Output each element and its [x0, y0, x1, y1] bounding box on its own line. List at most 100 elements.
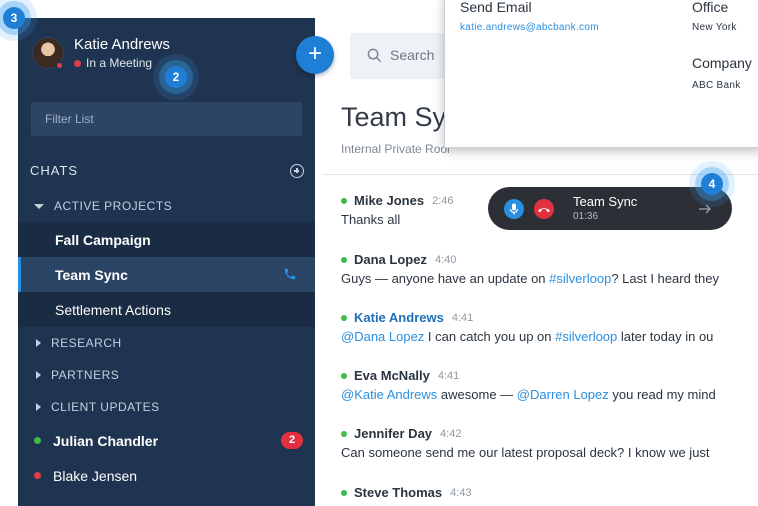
- message-text: Can someone send me our latest proposal …: [341, 445, 710, 460]
- plus-icon: +: [307, 40, 322, 67]
- new-chat-button[interactable]: +: [296, 36, 334, 74]
- channel-link[interactable]: #silverloop: [549, 271, 611, 286]
- mention-link[interactable]: @Katie Andrews: [341, 387, 437, 402]
- person-julian-chandler[interactable]: Julian Chandler 2: [18, 423, 315, 458]
- do-not-disturb-icon: [74, 59, 81, 67]
- tour-marker[interactable]: 4: [701, 173, 723, 195]
- group-label: ACTIVE PROJECTS: [54, 199, 173, 213]
- online-status-dot: [341, 197, 347, 204]
- chats-header: CHATS: [30, 163, 304, 178]
- online-status-dot: [341, 256, 347, 263]
- unread-badge: 2: [281, 432, 303, 449]
- room-subtitle: Internal Private Room | 16 Members: [341, 142, 451, 156]
- busy-status-dot: [34, 472, 41, 479]
- group-partners[interactable]: PARTNERS: [18, 359, 315, 391]
- tour-marker[interactable]: 2: [165, 66, 187, 88]
- send-email-label[interactable]: Send Email: [460, 0, 532, 15]
- sidebar: Katie Andrews In a Meeting Filter List C…: [18, 18, 315, 506]
- call-room-name: Team Sync: [573, 194, 638, 209]
- text-segment: I can catch you up on: [424, 329, 556, 344]
- message: Dana Lopez 4:40 Guys — anyone have an upd…: [341, 252, 758, 286]
- message-time: 4:42: [440, 427, 462, 440]
- search-input[interactable]: Search: [350, 33, 450, 79]
- user-profile[interactable]: Katie Andrews In a Meeting: [32, 36, 170, 70]
- text-segment: awesome —: [437, 387, 517, 402]
- person-name: Blake Jensen: [53, 467, 138, 484]
- text-segment: later today in ou: [617, 329, 714, 344]
- online-status-dot: [341, 430, 347, 437]
- header-divider: [322, 174, 758, 175]
- contact-card: Send Email katie.andrews@abcbank.com Off…: [444, 0, 758, 148]
- group-label: CLIENT UPDATES: [51, 400, 160, 414]
- chevron-right-icon: [36, 403, 41, 411]
- message-time: 4:41: [437, 369, 460, 382]
- message-author[interactable]: Steve Thomas: [354, 485, 442, 500]
- busy-status-dot: [55, 61, 64, 70]
- tour-marker[interactable]: 3: [3, 7, 25, 29]
- message-text: Guys — anyone have an update on #silverl…: [341, 271, 758, 286]
- online-status-dot: [34, 437, 41, 444]
- room-title: Team Sync: [341, 102, 451, 132]
- message: Jennifer Day 4:42 Can someone send me our…: [341, 426, 758, 460]
- chevron-down-icon: [34, 203, 44, 209]
- room-label: Fall Campaign: [55, 231, 151, 248]
- message: Eva McNally 4:41 @Katie Andrews awesome —…: [341, 368, 758, 402]
- chevron-right-icon: [36, 371, 41, 379]
- user-status[interactable]: In a Meeting: [74, 56, 170, 70]
- room-fall-campaign[interactable]: Fall Campaign: [18, 222, 315, 257]
- text-segment: you read my mind: [608, 387, 716, 402]
- add-chat-icon[interactable]: [290, 163, 304, 178]
- text-segment: ? Last I heard they: [611, 271, 719, 286]
- room-label: Team Sync: [55, 266, 128, 283]
- mention-link[interactable]: @Darren Lopez: [517, 387, 609, 402]
- microphone-icon: [509, 203, 519, 215]
- group-research[interactable]: RESEARCH: [18, 327, 315, 359]
- message-author[interactable]: Eva McNally: [354, 368, 430, 383]
- mention-link[interactable]: @Dana Lopez: [341, 329, 424, 344]
- group-label: RESEARCH: [51, 336, 122, 350]
- online-status-dot: [341, 314, 347, 321]
- chats-header-label: CHATS: [30, 163, 79, 178]
- end-call-button[interactable]: [534, 199, 554, 219]
- person-blake-jensen[interactable]: Blake Jensen: [18, 458, 315, 493]
- filter-input[interactable]: Filter List: [31, 102, 302, 136]
- hang-up-icon: [538, 208, 550, 213]
- arrow-right-icon[interactable]: [697, 201, 713, 217]
- chat-list: ACTIVE PROJECTS Fall Campaign Team Sync …: [18, 190, 315, 493]
- office-value: New York: [692, 22, 737, 33]
- user-info: Katie Andrews In a Meeting: [74, 36, 170, 70]
- app-window: Katie Andrews In a Meeting Filter List C…: [0, 0, 758, 506]
- group-client-updates[interactable]: CLIENT UPDATES: [18, 391, 315, 423]
- message: Steve Thomas 4:43: [341, 485, 758, 500]
- company-value: ABC Bank: [692, 80, 741, 91]
- office-label: Office: [692, 0, 729, 15]
- message-author[interactable]: Jennifer Day: [354, 426, 432, 441]
- message-time: 4:40: [434, 253, 457, 266]
- user-name: Katie Andrews: [74, 36, 170, 53]
- avatar[interactable]: [32, 37, 64, 70]
- person-name: Julian Chandler: [53, 432, 159, 449]
- email-link[interactable]: katie.andrews@abcbank.com: [460, 22, 599, 33]
- online-status-dot: [341, 372, 347, 379]
- mute-button[interactable]: [504, 199, 524, 219]
- message-author[interactable]: Katie Andrews: [354, 310, 444, 325]
- group-active-projects[interactable]: ACTIVE PROJECTS: [18, 190, 315, 222]
- user-status-label: In a Meeting: [86, 56, 153, 70]
- message-time: 4:43: [450, 486, 472, 499]
- search-icon: [367, 48, 382, 63]
- room-team-sync[interactable]: Team Sync: [18, 257, 315, 292]
- channel-link[interactable]: #silverloop: [555, 329, 617, 344]
- room-label: Settlement Actions: [55, 301, 171, 318]
- message-author[interactable]: Mike Jones: [354, 193, 424, 208]
- active-call-bar[interactable]: Team Sync 01:36: [488, 187, 732, 230]
- company-label: Company: [692, 55, 752, 71]
- message-time: 2:46: [432, 194, 454, 207]
- message-text: @Dana Lopez I can catch you up on #silve…: [341, 329, 758, 344]
- text-segment: Guys — anyone have an update on: [341, 271, 550, 286]
- message-text: @Katie Andrews awesome — @Darren Lopez y…: [341, 387, 758, 402]
- message-author[interactable]: Dana Lopez: [354, 252, 427, 267]
- message: Katie Andrews 4:41 @Dana Lopez I can catc…: [341, 310, 758, 344]
- room-settlement-actions[interactable]: Settlement Actions: [18, 292, 315, 327]
- search-placeholder: Search: [390, 47, 435, 63]
- group-label: PARTNERS: [51, 368, 120, 382]
